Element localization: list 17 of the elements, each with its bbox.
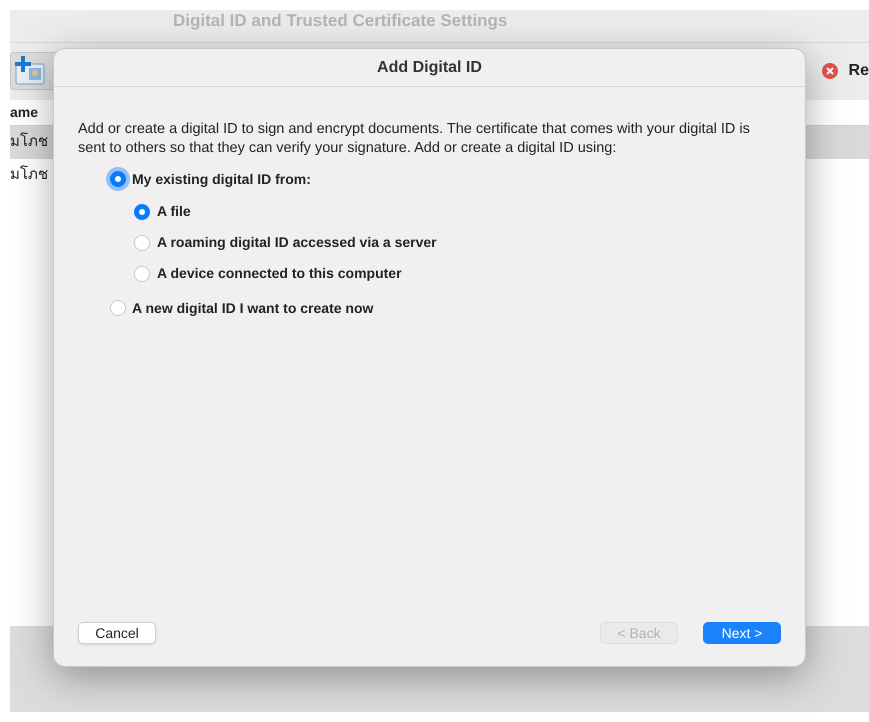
radio-button[interactable]: [134, 204, 150, 220]
radio-button[interactable]: [110, 171, 126, 187]
radio-button[interactable]: [134, 234, 150, 250]
delete-icon: [820, 62, 839, 80]
id-card-icon: [13, 56, 47, 86]
option-label: A roaming digital ID accessed via a server: [157, 233, 437, 252]
radio-button[interactable]: [134, 266, 150, 282]
toolbar-label: Re: [848, 61, 869, 81]
option-label: A device connected to this computer: [157, 264, 402, 283]
dialog-button[interactable]: Next >: [703, 622, 781, 644]
option-label: My existing digital ID from:: [132, 170, 311, 189]
dialog-title: Add Digital ID: [54, 49, 805, 87]
option-label: A new digital ID I want to create now: [132, 298, 374, 318]
window-title: Digital ID and Trusted Certificate Settings: [173, 10, 508, 32]
radio-button[interactable]: [110, 300, 126, 316]
option-label: A file: [157, 202, 191, 221]
dialog-button[interactable]: Cancel: [78, 622, 156, 644]
